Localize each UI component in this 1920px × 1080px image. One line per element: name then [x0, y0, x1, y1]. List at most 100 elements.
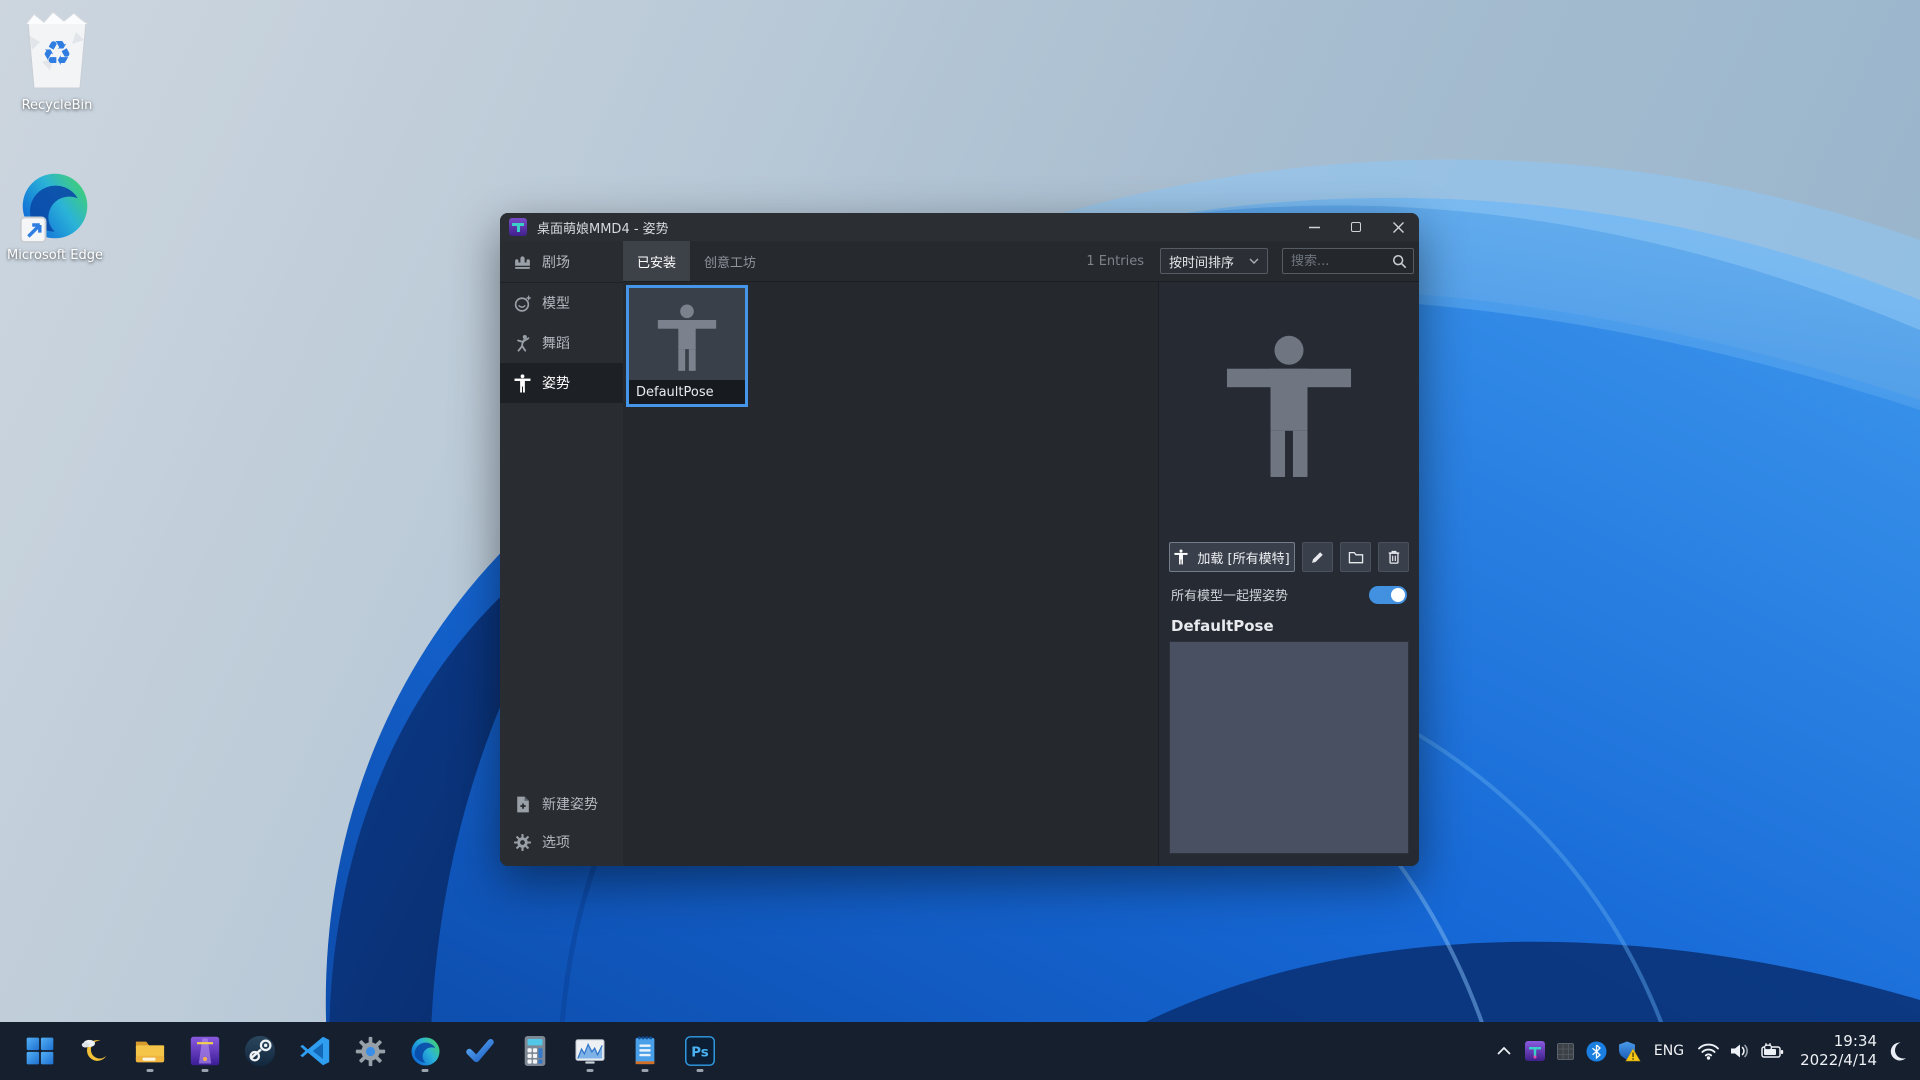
tpose-person-icon — [1174, 549, 1188, 565]
tray-security-shield[interactable] — [1617, 1031, 1641, 1071]
photoshop-icon: Ps — [685, 1036, 715, 1066]
tray-mmd-app[interactable] — [1524, 1031, 1546, 1071]
pose-detail-box — [1169, 641, 1409, 854]
steam-icon — [244, 1035, 276, 1067]
chevron-down-icon — [1249, 258, 1259, 264]
tray-time: 19:34 — [1833, 1032, 1877, 1051]
taskbar-steam[interactable] — [240, 1027, 280, 1075]
taskbar-file-explorer[interactable] — [130, 1027, 170, 1075]
search-input[interactable] — [1291, 253, 1392, 269]
taskbar-edge[interactable] — [405, 1027, 445, 1075]
search-icon[interactable] — [1392, 254, 1407, 269]
sidebar-item-dance[interactable]: 舞蹈 — [500, 323, 623, 363]
pose-detail-title: DefaultPose — [1171, 617, 1274, 635]
maximize-icon — [1351, 222, 1361, 232]
tray-tablet-grid[interactable] — [1555, 1031, 1577, 1071]
toolbar: 已安装 创意工坊 1 Entries 按时间排序 — [623, 241, 1419, 282]
taskbar-mmd-app[interactable] — [185, 1027, 225, 1075]
windows-start-icon — [26, 1037, 54, 1065]
close-button[interactable] — [1377, 213, 1419, 241]
desktop-icon-microsoft-edge[interactable]: Microsoft Edge — [3, 168, 107, 264]
gear-icon — [514, 833, 531, 851]
taskbar: Ps ENG 19:34 2022/4/14 — [0, 1022, 1920, 1080]
taskbar-calculator[interactable] — [515, 1027, 555, 1075]
volume-speaker-icon — [1731, 1044, 1748, 1058]
settings-gear-icon — [355, 1036, 385, 1066]
sort-dropdown[interactable]: 按时间排序 — [1160, 248, 1268, 274]
tpose-person-icon — [657, 304, 717, 371]
pose-person-icon — [514, 373, 531, 392]
new-pose-file-icon — [517, 796, 529, 812]
chevron-up-icon — [1497, 1046, 1511, 1055]
desktop-icon-label: Microsoft Edge — [6, 248, 103, 263]
pose-tile-defaultpose[interactable]: DefaultPose — [626, 285, 748, 407]
tab-installed[interactable]: 已安装 — [623, 241, 691, 281]
tpose-person-icon — [1226, 335, 1352, 477]
sidebar: 剧场 模型 舞蹈 姿势 新建姿势 选项 — [500, 241, 623, 866]
pose-together-toggle-label: 所有模型一起摆姿势 — [1171, 589, 1289, 604]
entries-count: 1 Entries — [1086, 253, 1144, 269]
sidebar-item-label: 剧场 — [542, 254, 570, 271]
tray-date: 2022/4/14 — [1800, 1051, 1877, 1069]
pose-together-toggle[interactable] — [1369, 585, 1407, 604]
model-face-icon — [514, 294, 532, 312]
window-titlebar[interactable]: 桌面萌娘MMD4 - 姿势 — [500, 213, 1419, 241]
mmd-app-window: 桌面萌娘MMD4 - 姿势 剧场 模型 舞蹈 姿势 新建姿势 选项 已安装 创意… — [500, 213, 1419, 866]
running-indicator — [586, 1069, 594, 1072]
load-pose-button-label: 加载 [所有模特] — [1197, 551, 1290, 567]
running-indicator — [201, 1069, 209, 1072]
sidebar-item-options[interactable]: 选项 — [500, 823, 623, 861]
edit-pose-button[interactable] — [1302, 542, 1333, 572]
tray-bluetooth[interactable] — [1586, 1031, 1608, 1071]
sidebar-item-theater[interactable]: 剧场 — [500, 241, 623, 282]
tray-chevron-up-button[interactable] — [1493, 1031, 1515, 1071]
load-pose-button[interactable]: 加载 [所有模特] — [1169, 542, 1295, 572]
tray-volume[interactable] — [1729, 1031, 1751, 1071]
calculator-icon — [524, 1036, 546, 1066]
mmd-app-icon — [190, 1036, 220, 1066]
delete-pose-button[interactable] — [1378, 542, 1409, 572]
taskbar-start-button[interactable] — [20, 1027, 60, 1075]
app-window-icon — [509, 218, 527, 236]
edge-icon — [410, 1036, 440, 1066]
sidebar-item-label: 姿势 — [542, 376, 570, 392]
window-title: 桌面萌娘MMD4 - 姿势 — [537, 221, 669, 237]
sidebar-item-label: 新建姿势 — [542, 797, 598, 813]
taskbar-widgets-button[interactable] — [75, 1027, 115, 1075]
night-mode-moon-icon — [1890, 1042, 1906, 1061]
maximize-button[interactable] — [1335, 213, 1377, 241]
todo-check-icon — [466, 1039, 494, 1063]
pose-preview — [1159, 282, 1419, 532]
sidebar-item-label: 舞蹈 — [542, 336, 570, 352]
open-folder-button[interactable] — [1340, 542, 1371, 572]
taskbar-settings[interactable] — [350, 1027, 390, 1075]
tab-workshop[interactable]: 创意工坊 — [690, 241, 770, 281]
sidebar-item-pose[interactable]: 姿势 — [500, 363, 623, 403]
search-box — [1282, 248, 1414, 274]
taskbar-vscode[interactable] — [295, 1027, 335, 1075]
taskbar-todo[interactable] — [460, 1027, 500, 1075]
running-indicator — [641, 1069, 649, 1072]
taskbar-photoshop[interactable]: Ps — [680, 1027, 720, 1075]
sidebar-item-label: 选项 — [542, 835, 570, 851]
sidebar-item-label: 模型 — [542, 296, 570, 312]
taskbar-notepad[interactable] — [625, 1027, 665, 1075]
svg-text:Ps: Ps — [691, 1045, 709, 1060]
delete-trash-icon — [1388, 550, 1399, 564]
sidebar-item-new-pose[interactable]: 新建姿势 — [500, 785, 623, 823]
recycle-bin-icon: ♻ — [25, 11, 89, 89]
taskbar-task-manager[interactable] — [570, 1027, 610, 1075]
tray-night-mode[interactable] — [1886, 1031, 1908, 1071]
wifi-icon — [1698, 1043, 1720, 1060]
tray-clock[interactable]: 19:34 2022/4/14 — [1794, 1032, 1877, 1070]
tray-language[interactable]: ENG — [1650, 1031, 1688, 1071]
security-shield-warning-icon — [1618, 1041, 1641, 1061]
minimize-button[interactable] — [1293, 213, 1335, 241]
widgets-weather-moon-icon — [81, 1039, 107, 1061]
dance-icon — [517, 334, 530, 352]
tray-wifi[interactable] — [1697, 1031, 1720, 1071]
tray-battery[interactable] — [1760, 1031, 1785, 1071]
sidebar-item-model[interactable]: 模型 — [500, 283, 623, 323]
toggle-knob — [1391, 587, 1405, 602]
desktop-icon-recycle-bin[interactable]: ♻ RecycleBin — [5, 8, 109, 114]
